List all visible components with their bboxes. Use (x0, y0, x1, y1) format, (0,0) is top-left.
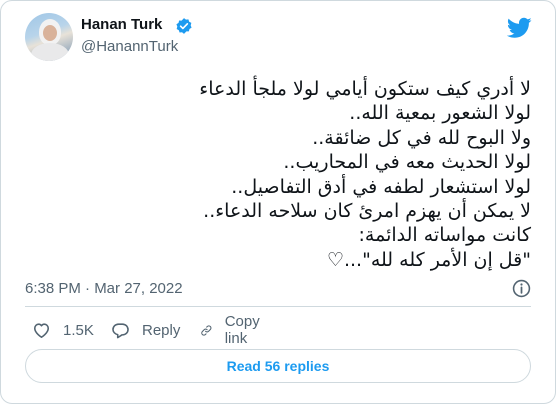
tweet-text: لا أدري كيف ستكون أيامي لولا ملجأ الدعاء… (25, 77, 531, 272)
tweet-line: لولا الحديث معه في المحاريب.. (283, 151, 531, 174)
heart-icon (33, 322, 50, 338)
author-handle[interactable]: @HanannTurk (81, 38, 178, 55)
tweet-line: لولا الشعور بمعية الله.. (349, 102, 531, 125)
tweet-timestamp[interactable]: 6:38 PM · Mar 27, 2022 (25, 280, 183, 297)
copy-link-button[interactable]: Copy link (200, 313, 266, 347)
avatar-face (43, 25, 57, 41)
reply-label: Reply (142, 321, 181, 339)
tweet-card: Hanan Turk @HanannTurk لا أدري كيف ستكون… (0, 0, 556, 404)
verified-badge-icon (176, 18, 192, 34)
link-icon (201, 324, 212, 336)
avatar[interactable] (25, 13, 73, 61)
reply-bubble-icon (112, 322, 129, 338)
twitter-bird-icon[interactable] (507, 17, 532, 39)
tweet-line: "قل إن الأمر كله لله"...♡ (326, 248, 531, 271)
tweet-line: لا أدري كيف ستكون أيامي لولا ملجأ الدعاء (199, 78, 531, 100)
read-replies-button[interactable]: Read 56 replies (25, 349, 531, 383)
like-count: 1.5K (63, 321, 94, 339)
copy-link-label: Copy link (224, 313, 260, 347)
reply-button[interactable]: Reply (111, 319, 180, 341)
author-name[interactable]: Hanan Turk (81, 16, 162, 33)
like-button[interactable]: 1.5K (32, 319, 94, 341)
divider (25, 306, 531, 307)
tweet-line: لا يمكن أن يهزم امرئ كان سلاحه الدعاء.. (203, 200, 531, 223)
tweet-line: كانت مواساته الدائمة: (358, 224, 532, 247)
tweet-line: ولا البوح لله في كل ضائقة.. (312, 126, 531, 149)
tweet-line: لولا استشعار لطفه في أدق التفاصيل.. (231, 175, 531, 198)
avatar-body (31, 43, 69, 61)
info-icon[interactable] (512, 279, 531, 298)
